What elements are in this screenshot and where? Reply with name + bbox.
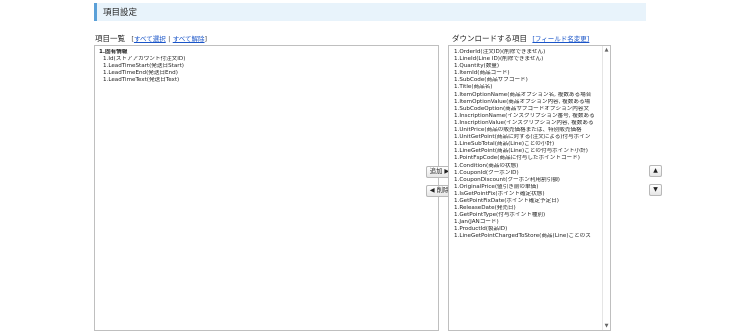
- list-item[interactable]: 1.OrderId(注文ID)(削除できません): [454, 49, 600, 56]
- list-item[interactable]: 1.LineGetPointChargedToStore(商品(Line)ごとの…: [454, 233, 600, 240]
- list-item[interactable]: 1.CouponDiscount(クーポン利用割引額): [454, 177, 600, 184]
- list-item[interactable]: 1.InscriptionName(インスクリプション番号, 複数ある: [454, 113, 600, 120]
- list-item[interactable]: 1.ItemOptionName(商品オプション名, 複数ある場合: [454, 92, 600, 99]
- available-fields-list[interactable]: 1.固有情報 1.Id(ストアアカウント付注文ID) 1.LeadTimeSta…: [94, 45, 439, 331]
- list-item[interactable]: 1.CouponId(クーポンID): [454, 170, 600, 177]
- list-item[interactable]: 1.Title(商品名): [454, 84, 600, 91]
- list-item[interactable]: 1.LineGetPoint(商品(Line)ごとの付与ポイント小計): [454, 148, 600, 155]
- list-item[interactable]: 1.ItemId(商品コード): [454, 70, 600, 77]
- list-item[interactable]: 1.IsGetPointFix(ポイント確定状態): [454, 191, 600, 198]
- group-label: 1.固有情報: [99, 49, 128, 55]
- download-items-heading: ダウンロードする項目: [452, 34, 527, 43]
- available-fields-lines: 1.固有情報 1.Id(ストアアカウント付注文ID) 1.LeadTimeSta…: [99, 49, 185, 84]
- deselect-all-link[interactable]: すべて解除: [173, 35, 205, 43]
- scroll-down-icon[interactable]: ▼: [604, 323, 609, 329]
- list-item[interactable]: 1.LineSubTotal(商品(Line)ごとの小計): [454, 141, 600, 148]
- arrow-up-icon: ▲: [653, 167, 658, 174]
- list-item[interactable]: 1.UnitGetPoint(商品に対する(注文による)付与ポイン: [454, 134, 600, 141]
- section-header: 項目設定: [94, 3, 646, 21]
- bracket-close: ]: [204, 35, 208, 43]
- list-item[interactable]: 1.LeadTimeText(発送日Text): [99, 77, 185, 84]
- list-item[interactable]: 1.Id(ストアアカウント付注文ID): [99, 56, 185, 63]
- right-panel-title: ダウンロードする項目 [フィールド名変更]: [452, 33, 589, 44]
- list-item[interactable]: 1.ItemOptionValue(商品オプション内容, 複数ある場: [454, 99, 600, 106]
- left-panel-title: 項目一覧 [すべて選択 | すべて解除]: [95, 33, 207, 44]
- arrow-down-icon: ▼: [653, 186, 658, 193]
- link-separator: |: [168, 35, 171, 43]
- list-item[interactable]: 1.LineId(Line ID)(削除できません): [454, 56, 600, 63]
- list-item[interactable]: 1.Condition(商品の状態): [454, 163, 600, 170]
- list-item[interactable]: 1.GetPointType(付与ポイント種別): [454, 212, 600, 219]
- list-item[interactable]: 1.LeadTimeEnd(発送日End): [99, 70, 185, 77]
- list-item[interactable]: 1.LeadTimeStart(発送日Start): [99, 63, 185, 70]
- list-item[interactable]: 1.PointFspCode(商品に付与したポイントコード): [454, 155, 600, 162]
- scrollbar[interactable]: ▲ ▼: [602, 46, 610, 330]
- scroll-up-icon[interactable]: ▲: [604, 47, 609, 53]
- list-item[interactable]: 1.ReleaseDate(発売日): [454, 205, 600, 212]
- list-item[interactable]: 1.Quantity(数量): [454, 63, 600, 70]
- field-name-change-link[interactable]: [フィールド名変更]: [532, 35, 589, 43]
- list-item[interactable]: 1.GetPointFixDate(ポイント確定予定日): [454, 198, 600, 205]
- section-title: 項目設定: [103, 8, 138, 18]
- list-item[interactable]: 1.OriginalPrice(値引き前の単価): [454, 184, 600, 191]
- list-item[interactable]: 1.SubCode(商品サブコード): [454, 77, 600, 84]
- list-item[interactable]: 1.ProductId(製品ID): [454, 226, 600, 233]
- list-item[interactable]: 1.UnitPrice(商品の販売価格または、特別販売価格: [454, 127, 600, 134]
- list-item[interactable]: 1.InscriptionValue(インスクリプション内容, 複数ある: [454, 120, 600, 127]
- list-item[interactable]: 1.SubCodeOption(商品サブコードオプション内容文: [454, 106, 600, 113]
- move-down-button[interactable]: ▼: [649, 184, 662, 196]
- list-item[interactable]: 1.Jan(JANコード): [454, 219, 600, 226]
- field-list-heading: 項目一覧: [95, 34, 125, 43]
- download-fields-list[interactable]: 1.OrderId(注文ID)(削除できません) 1.LineId(Line ID…: [448, 45, 611, 331]
- move-up-button[interactable]: ▲: [649, 165, 662, 177]
- select-all-link[interactable]: すべて選択: [134, 35, 166, 43]
- download-fields-lines: 1.OrderId(注文ID)(削除できません) 1.LineId(Line ID…: [454, 49, 600, 241]
